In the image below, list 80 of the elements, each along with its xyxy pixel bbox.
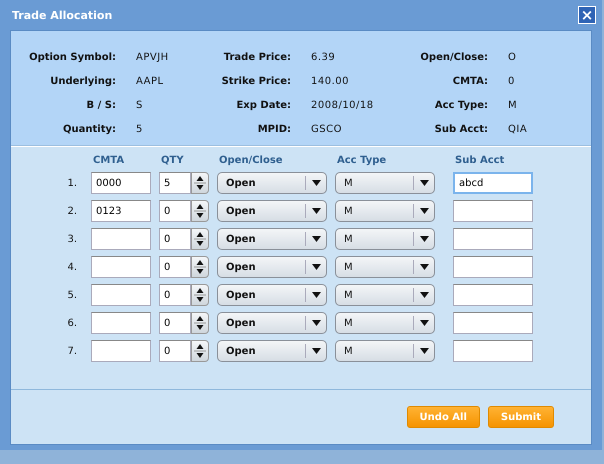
field-label: MPID: bbox=[256, 124, 291, 134]
sub-account-field[interactable] bbox=[453, 340, 533, 362]
field-value: M bbox=[507, 100, 518, 110]
cmta-field[interactable] bbox=[91, 312, 151, 334]
field-value: 6.39 bbox=[310, 52, 336, 62]
dropdown[interactable]: M bbox=[335, 228, 435, 250]
dropdown[interactable]: M bbox=[335, 284, 435, 306]
field-label: CMTA: bbox=[452, 76, 488, 86]
sub-account-field[interactable] bbox=[453, 228, 533, 250]
dropdown[interactable]: Open bbox=[217, 340, 327, 362]
field-label: Underlying: bbox=[49, 76, 116, 86]
field-value: APVJH bbox=[135, 52, 170, 62]
row-number: 2. bbox=[66, 206, 78, 216]
sub-account-field[interactable]: abcd bbox=[453, 172, 533, 194]
field-value: GSCO bbox=[310, 124, 343, 134]
dropdown[interactable]: M bbox=[335, 200, 435, 222]
sub-account-field[interactable] bbox=[453, 256, 533, 278]
field-label: Option Symbol: bbox=[28, 52, 116, 62]
dropdown[interactable]: Open bbox=[217, 172, 327, 194]
sub-account-field[interactable] bbox=[453, 200, 533, 222]
dropdown[interactable]: Open bbox=[217, 200, 327, 222]
quantity-field[interactable]: 0 bbox=[159, 256, 191, 278]
quantity-field[interactable]: 0 bbox=[159, 312, 191, 334]
spinner-button[interactable] bbox=[191, 200, 209, 222]
row-number: 1. bbox=[66, 178, 78, 188]
field-value: 2008/10/18 bbox=[310, 100, 375, 110]
column-header: Open/Close bbox=[218, 155, 284, 166]
spinner-button[interactable] bbox=[191, 256, 209, 278]
spinner-button[interactable] bbox=[191, 172, 209, 194]
window-title: Trade Allocation bbox=[12, 8, 112, 22]
row-number: 5. bbox=[66, 290, 78, 300]
field-label: Acc Type: bbox=[434, 100, 488, 110]
dropdown[interactable]: Open bbox=[217, 284, 327, 306]
quantity-field[interactable]: 0 bbox=[159, 284, 191, 306]
dropdown[interactable]: M bbox=[335, 172, 435, 194]
dropdown[interactable]: Open bbox=[217, 256, 327, 278]
dropdown[interactable]: M bbox=[335, 256, 435, 278]
field-value: AAPL bbox=[135, 76, 165, 86]
field-value: 140.00 bbox=[310, 76, 350, 86]
field-label: Trade Price: bbox=[222, 52, 291, 62]
sub-account-field[interactable] bbox=[453, 312, 533, 334]
cmta-field[interactable]: 0123 bbox=[91, 200, 151, 222]
field-label: Exp Date: bbox=[235, 100, 291, 110]
field-value: S bbox=[135, 100, 144, 110]
cmta-field[interactable] bbox=[91, 256, 151, 278]
row-number: 3. bbox=[66, 234, 78, 244]
cmta-field[interactable]: 0000 bbox=[91, 172, 151, 194]
column-header: Acc Type bbox=[336, 155, 388, 166]
field-label: B / S: bbox=[86, 100, 116, 110]
cmta-field[interactable] bbox=[91, 228, 151, 250]
column-header: CMTA bbox=[92, 155, 126, 166]
column-header: QTY bbox=[160, 155, 185, 166]
field-value: QIA bbox=[507, 124, 528, 134]
field-label: Sub Acct: bbox=[434, 124, 488, 134]
quantity-field[interactable]: 0 bbox=[159, 228, 191, 250]
spinner-button[interactable] bbox=[191, 284, 209, 306]
field-label: Open/Close: bbox=[419, 52, 488, 62]
field-value: 5 bbox=[135, 124, 144, 134]
quantity-field[interactable]: 5 bbox=[159, 172, 191, 194]
quantity-field[interactable]: 0 bbox=[159, 200, 191, 222]
row-number: 6. bbox=[66, 318, 78, 328]
dropdown[interactable]: M bbox=[335, 312, 435, 334]
field-value: O bbox=[507, 52, 518, 62]
cmta-field[interactable] bbox=[91, 284, 151, 306]
column-header: Sub Acct bbox=[454, 155, 506, 166]
field-label: Strike Price: bbox=[220, 76, 291, 86]
dropdown[interactable]: Open bbox=[217, 312, 327, 334]
spinner-button[interactable] bbox=[191, 228, 209, 250]
close-button[interactable]: × bbox=[578, 6, 596, 24]
field-value: 0 bbox=[507, 76, 516, 86]
row-number: 4. bbox=[66, 262, 78, 272]
sub-account-field[interactable] bbox=[453, 284, 533, 306]
quantity-field[interactable]: 0 bbox=[159, 340, 191, 362]
dropdown[interactable]: M bbox=[335, 340, 435, 362]
row-number: 7. bbox=[66, 346, 78, 356]
dropdown[interactable]: Open bbox=[217, 228, 327, 250]
spinner-button[interactable] bbox=[191, 312, 209, 334]
cmta-field[interactable] bbox=[91, 340, 151, 362]
spinner-button[interactable] bbox=[191, 340, 209, 362]
field-label: Quantity: bbox=[62, 124, 116, 134]
